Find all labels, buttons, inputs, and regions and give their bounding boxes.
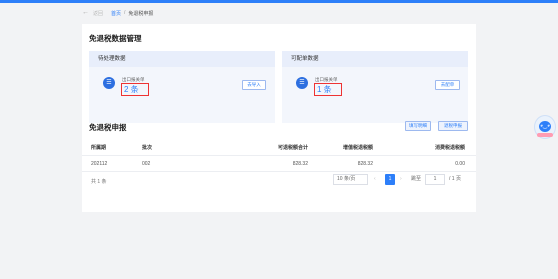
declarable-count[interactable]: 1 条 [314,83,342,96]
pending-data-panel: 待处理数据 ☰ 出口报关单 2 条 去导入 [89,51,275,123]
top-accent-bar [0,0,558,3]
col-refundable-total: 可退税额合计 [277,145,308,151]
declare-refund-button[interactable]: 退税申报 [438,121,468,131]
declarable-data-panel: 可配单数据 ☰ 出口报关单 1 条 去配单 [282,51,468,123]
breadcrumb-separator: / [124,10,126,16]
import-button[interactable]: 去导入 [242,80,266,90]
back-arrow-icon[interactable]: ← [82,9,89,17]
breadcrumb-current: 免退税申报 [128,10,154,17]
cell-refundable-total: 828.32 [292,161,308,167]
back-link[interactable]: 返回 [93,10,103,17]
page-size-select[interactable]: 10 条/页 [333,174,368,185]
breadcrumb: ← 返回 首页 / 免退税申报 [82,9,153,17]
pending-panel-header: 待处理数据 [89,51,275,67]
fill-details-button[interactable]: 填写明细 [405,121,431,131]
total-pages-label: / 1 页 [449,176,461,182]
cell-consumption-tax-refund: 0.00 [455,161,465,167]
assistant-avatar[interactable]: ◕‿◕ [534,115,556,139]
declarable-panel-header: 可配单数据 [282,51,468,67]
main-card: 免退税数据管理 待处理数据 ☰ 出口报关单 2 条 去导入 可配单数据 ☰ 出口… [82,24,476,212]
breadcrumb-home-link[interactable]: 首页 [111,10,121,17]
col-period: 所属期 [91,145,107,151]
total-count: 共 1 条 [91,179,107,185]
customs-declaration-icon: ☰ [296,77,308,89]
col-consumption-tax-refund: 消费税退税额 [434,145,465,151]
page-number-current[interactable]: 1 [385,174,395,185]
cell-period: 202112 [91,161,108,167]
goto-label: 跳至 [411,176,422,182]
customs-declaration-icon: ☰ [103,77,115,89]
cell-vat-refund: 828.32 [357,161,373,167]
col-batch: 批次 [142,145,153,151]
cell-batch: 002 [142,161,151,167]
goto-page-input[interactable]: 1 [425,174,445,185]
col-vat-refund: 增值税退税额 [342,145,373,151]
pending-count[interactable]: 2 条 [121,83,149,96]
declaration-title: 免退税申报 [89,123,127,132]
next-page-button[interactable]: › [400,174,402,185]
table-header: 所属期 批次 可退税额合计 增值税退税额 消费税退税额 [82,140,476,156]
prev-page-button[interactable]: ‹ [374,174,376,185]
table-row[interactable]: 202112 002 828.32 828.32 0.00 [82,156,476,172]
robot-face-icon: ◕‿◕ [539,121,551,132]
avatar-decoration [537,133,553,137]
data-management-title: 免退税数据管理 [89,34,142,43]
match-button[interactable]: 去配单 [435,80,460,90]
